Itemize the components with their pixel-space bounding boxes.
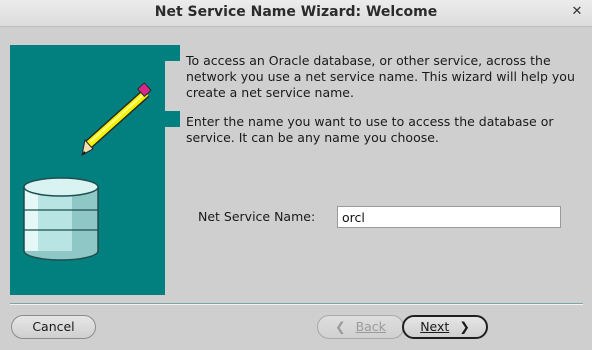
title-bar: Net Service Name Wizard: Welcome ✕ [0,0,592,27]
decor-tab [165,45,180,61]
cancel-button-label: Cancel [32,319,75,334]
pencil-icon [81,82,152,156]
separator [10,303,583,305]
window-title: Net Service Name Wizard: Welcome [154,4,438,20]
database-icon [23,177,99,261]
back-button[interactable]: ❮ Back [317,315,404,339]
net-service-name-input[interactable] [337,206,561,228]
next-button[interactable]: Next ❯ [402,315,488,339]
database-pencil-icon [23,82,152,261]
wizard-illustration [10,45,165,295]
net-service-name-label: Net Service Name: [198,209,316,224]
back-button-label: Back [355,319,386,334]
next-button-label: Next [420,319,450,334]
back-arrow-icon: ❮ [335,319,346,334]
next-arrow-icon: ❯ [459,319,470,334]
decor-tab [165,111,180,127]
instruction-paragraph: Enter the name you want to use to access… [186,114,554,145]
wizard-content: To access an Oracle database, or other s… [0,27,592,350]
cancel-button[interactable]: Cancel [11,315,96,339]
close-icon[interactable]: ✕ [570,4,584,20]
intro-paragraph: To access an Oracle database, or other s… [186,53,575,100]
